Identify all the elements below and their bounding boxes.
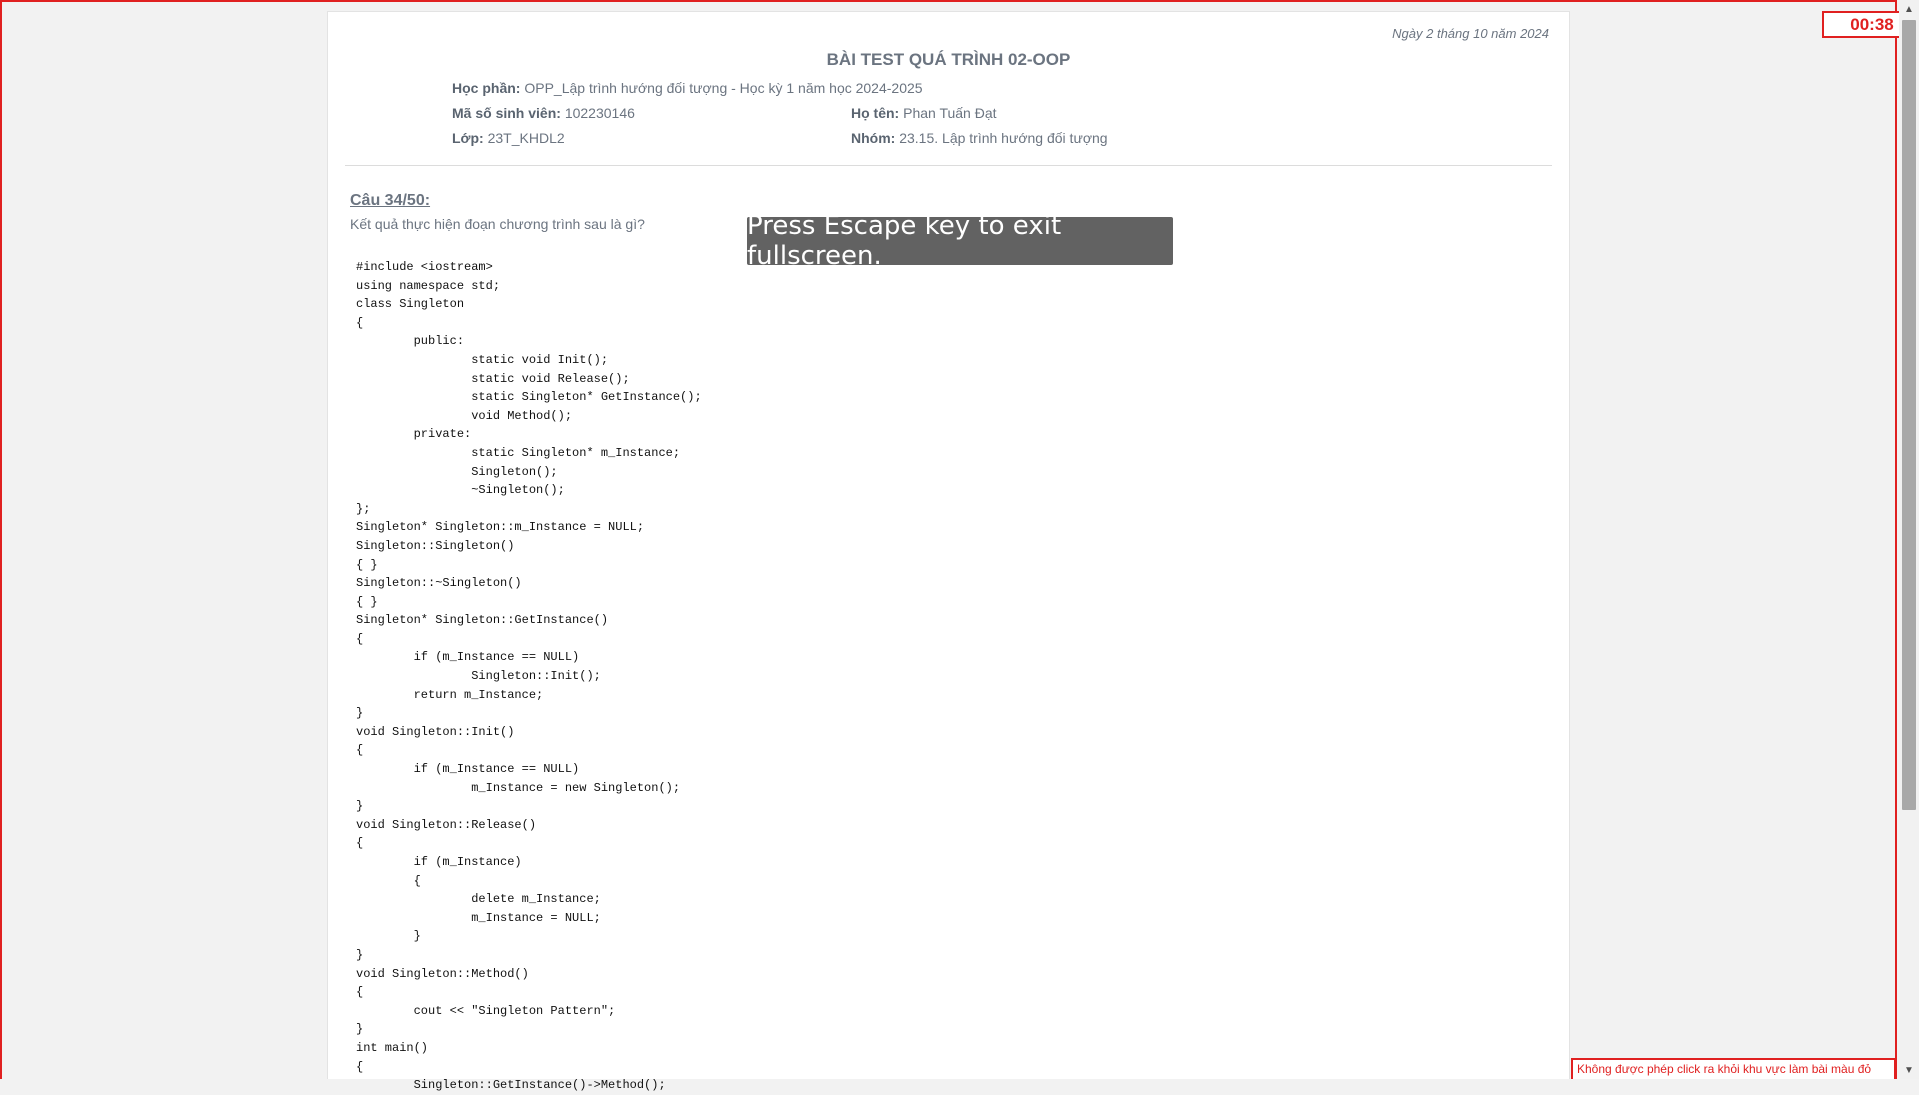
group-label: Nhóm: — [851, 130, 896, 146]
course-value: OPP_Lập trình hướng đối tượng - Học kỳ 1… — [524, 80, 923, 96]
code-block: #include <iostream> using namespace std;… — [356, 260, 702, 1093]
exam-date: Ngày 2 tháng 10 năm 2024 — [1392, 26, 1549, 41]
student-name-info: Họ tên: Phan Tuấn Đạt — [851, 105, 997, 121]
warning-banner: Không được phép click ra khỏi khu vực là… — [1571, 1058, 1896, 1079]
header-divider — [345, 165, 1552, 166]
student-id-info: Mã số sinh viên: 102230146 — [452, 105, 635, 121]
class-info: Lớp: 23T_KHDL2 — [452, 130, 565, 146]
scroll-thumb[interactable] — [1902, 20, 1916, 810]
fullscreen-notice: Press Escape key to exit fullscreen. — [747, 211, 1173, 271]
vertical-scrollbar[interactable]: ▲ ▼ — [1899, 0, 1919, 1079]
group-value: 23.15. Lập trình hướng đối tượng — [899, 130, 1108, 146]
group-info: Nhóm: 23.15. Lập trình hướng đối tượng — [851, 130, 1108, 146]
page-title: BÀI TEST QUÁ TRÌNH 02-OOP — [826, 50, 1071, 69]
student-id-label: Mã số sinh viên: — [452, 105, 561, 121]
scroll-up-arrow-icon[interactable]: ▲ — [1899, 0, 1919, 18]
exam-paper: Ngày 2 tháng 10 năm 2024 BÀI TEST QUÁ TR… — [327, 11, 1570, 1092]
scroll-down-arrow-icon[interactable]: ▼ — [1899, 1061, 1919, 1079]
student-name-label: Họ tên: — [851, 105, 900, 121]
question-number: Câu 34/50: — [350, 192, 431, 209]
question-text: Kết quả thực hiện đoạn chương trình sau … — [350, 216, 645, 232]
course-label: Học phần: — [452, 80, 521, 96]
class-label: Lớp: — [452, 130, 484, 146]
course-info: Học phần: OPP_Lập trình hướng đối tượng … — [452, 80, 923, 96]
student-id-value: 102230146 — [564, 105, 635, 121]
class-value: 23T_KHDL2 — [487, 130, 565, 146]
student-name-value: Phan Tuấn Đạt — [903, 105, 997, 121]
